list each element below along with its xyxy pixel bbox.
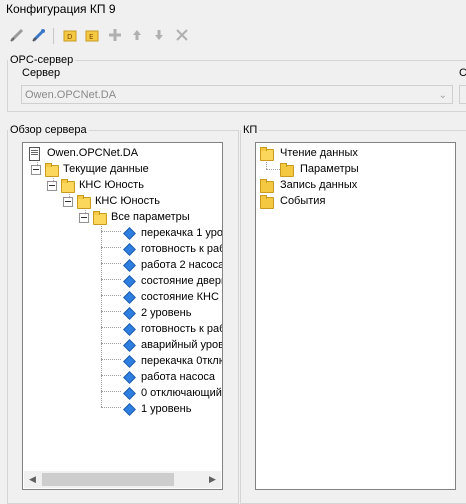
disconnect-icon[interactable]	[8, 26, 26, 44]
second-select[interactable]	[459, 85, 466, 104]
opc-server-group-label: OPC-сервер	[10, 54, 74, 66]
tag-icon	[123, 339, 136, 352]
svg-text:D: D	[67, 33, 72, 41]
tag-icon	[123, 243, 136, 256]
collapse-icon[interactable]	[47, 181, 57, 191]
move-down-icon[interactable]	[150, 26, 168, 44]
tag-icon	[123, 259, 136, 272]
tag-icon	[123, 291, 136, 304]
add-icon[interactable]	[106, 26, 124, 44]
tree-node-label: КНС Юность	[79, 179, 144, 191]
tree-leaf-label: аварийный уровень	[141, 339, 222, 351]
kp-node-label: События	[280, 195, 326, 207]
move-up-icon[interactable]	[128, 26, 146, 44]
folder-icon	[260, 195, 274, 209]
tree-leaf-label: 2 уровень	[141, 307, 192, 319]
kp-node-label: Чтение данных	[280, 147, 358, 159]
add-folder-d-icon[interactable]: D	[61, 26, 79, 44]
tree-node-label: Текущие данные	[63, 163, 149, 175]
tree-leaf-label: 0 отключающий	[141, 387, 222, 399]
scroll-left-icon[interactable]: ◀	[24, 471, 41, 488]
server-icon	[29, 147, 40, 161]
tag-icon	[123, 371, 136, 384]
tree-leaf-label: работа насоса	[141, 371, 216, 383]
tag-icon	[123, 387, 136, 400]
tag-icon	[123, 275, 136, 288]
folder-open-icon	[93, 211, 107, 225]
tree-leaf-label: состояние двери	[141, 275, 223, 287]
kp-node-label: Запись данных	[280, 179, 358, 191]
tree-leaf-label: работа 2 насоса	[141, 259, 223, 271]
server-select[interactable]: Owen.OPCNet.DA ⌄	[21, 85, 453, 104]
window-title: Конфигурация КП 9	[6, 2, 116, 16]
kp-node-label: Параметры	[300, 163, 359, 175]
scrollbar-thumb[interactable]	[42, 473, 174, 486]
delete-icon[interactable]	[173, 26, 191, 44]
horizontal-scrollbar[interactable]: ◀ ▶	[24, 471, 221, 488]
chevron-down-icon[interactable]: ⌄	[439, 86, 447, 105]
folder-open-icon	[77, 195, 91, 209]
kp-tree[interactable]: Чтение данных Параметры Запись данных Со…	[255, 142, 456, 490]
tree-root-label: Owen.OPCNet.DA	[47, 147, 139, 159]
folder-open-icon	[61, 179, 75, 193]
folder-open-icon	[260, 147, 274, 161]
svg-text:E: E	[89, 33, 93, 41]
folder-icon	[280, 163, 294, 177]
scroll-right-icon[interactable]: ▶	[204, 471, 221, 488]
tree-node-label: КНС Юность	[95, 195, 160, 207]
tree-leaf-label: состояние КНС	[141, 291, 219, 303]
tag-icon	[123, 307, 136, 320]
server-browse-group-label: Обзор сервера	[10, 124, 87, 136]
collapse-icon[interactable]	[63, 197, 73, 207]
tag-icon	[123, 227, 136, 240]
second-field-label: С	[459, 67, 466, 79]
folder-open-icon	[45, 163, 59, 177]
tree-leaf-label: 1 уровень	[141, 403, 192, 415]
server-select-value: Owen.OPCNet.DA	[25, 89, 117, 101]
server-tree[interactable]: Owen.OPCNet.DA Текущие данные КНС Юность…	[22, 142, 223, 490]
toolbar: D E	[0, 24, 466, 46]
server-label: Сервер	[22, 67, 61, 79]
tree-leaf-label: перекачка 1 уровень	[141, 227, 223, 239]
collapse-icon[interactable]	[31, 165, 41, 175]
collapse-icon[interactable]	[79, 213, 89, 223]
tree-leaf-label: перекачка 0тключена	[141, 355, 222, 367]
folder-icon	[260, 179, 274, 193]
kp-group-label: КП	[243, 124, 258, 136]
add-folder-e-icon[interactable]: E	[83, 26, 101, 44]
tree-node-label: Все параметры	[111, 211, 190, 223]
tree-leaf-label: готовность к работе	[141, 243, 222, 255]
tree-leaf-label: готовность к работе	[141, 323, 222, 335]
tag-icon	[123, 403, 136, 416]
tag-icon	[123, 355, 136, 368]
connect-icon[interactable]	[30, 26, 48, 44]
toolbar-separator	[53, 28, 54, 44]
tag-icon	[123, 323, 136, 336]
